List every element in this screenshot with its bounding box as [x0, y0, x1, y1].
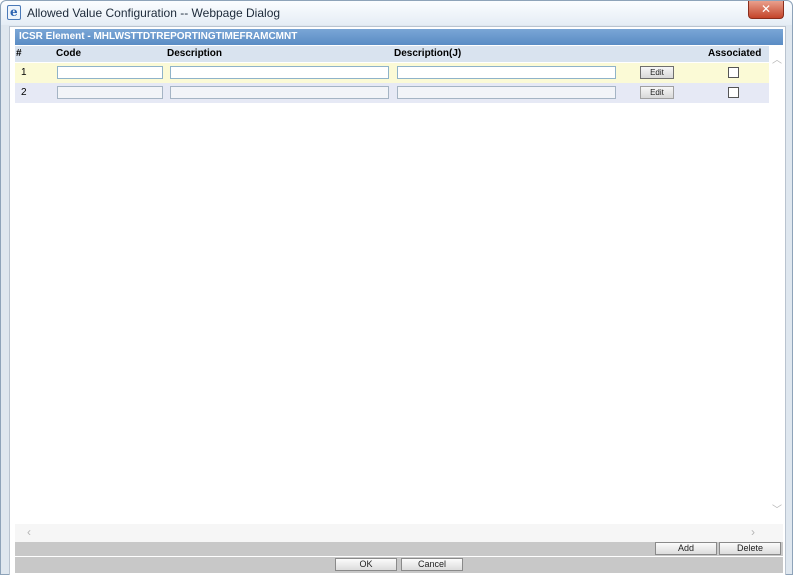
row-number: 2	[21, 87, 27, 98]
table-row: 2 Edit	[15, 83, 769, 103]
description-input[interactable]	[170, 66, 389, 79]
window-title: Allowed Value Configuration -- Webpage D…	[27, 6, 281, 20]
table-row: 1 Edit	[15, 63, 769, 83]
column-header-number: #	[16, 48, 22, 59]
close-button[interactable]: ✕	[748, 1, 784, 19]
grid-action-bar: Add Delete	[15, 542, 783, 556]
associated-checkbox[interactable]	[728, 87, 739, 98]
scroll-up-icon[interactable]: ︿	[769, 51, 785, 67]
code-input[interactable]	[57, 86, 163, 99]
edit-button[interactable]: Edit	[640, 86, 674, 99]
code-input[interactable]	[57, 66, 163, 79]
column-header-description-j: Description(J)	[394, 48, 462, 59]
row-number: 1	[21, 67, 27, 78]
scroll-right-icon[interactable]: ›	[751, 525, 755, 539]
description-j-input[interactable]	[397, 66, 616, 79]
grid-header: # Code Description Description(J) Associ…	[15, 46, 769, 62]
column-header-associated: Associated	[708, 48, 762, 59]
element-header: ICSR Element - MHLWSTTDTREPORTINGTIMEFRA…	[15, 29, 783, 45]
column-header-description: Description	[167, 48, 223, 59]
column-header-code: Code	[56, 48, 81, 59]
add-button[interactable]: Add	[655, 542, 717, 555]
edit-button[interactable]: Edit	[640, 66, 674, 79]
ok-button[interactable]: OK	[335, 558, 397, 571]
ie-icon: e	[7, 5, 21, 20]
scroll-left-icon[interactable]: ‹	[27, 525, 31, 539]
dialog-content: ICSR Element - MHLWSTTDTREPORTINGTIMEFRA…	[9, 26, 786, 575]
delete-button[interactable]: Delete	[719, 542, 781, 555]
horizontal-scrollbar[interactable]: ‹ ›	[15, 524, 783, 542]
title-bar[interactable]: e Allowed Value Configuration -- Webpage…	[1, 1, 792, 25]
associated-checkbox[interactable]	[728, 67, 739, 78]
description-j-input[interactable]	[397, 86, 616, 99]
dialog-window: e Allowed Value Configuration -- Webpage…	[0, 0, 793, 575]
cancel-button[interactable]: Cancel	[401, 558, 463, 571]
scroll-down-icon[interactable]: ﹀	[769, 501, 785, 517]
dialog-footer: OK Cancel	[15, 557, 783, 573]
description-input[interactable]	[170, 86, 389, 99]
